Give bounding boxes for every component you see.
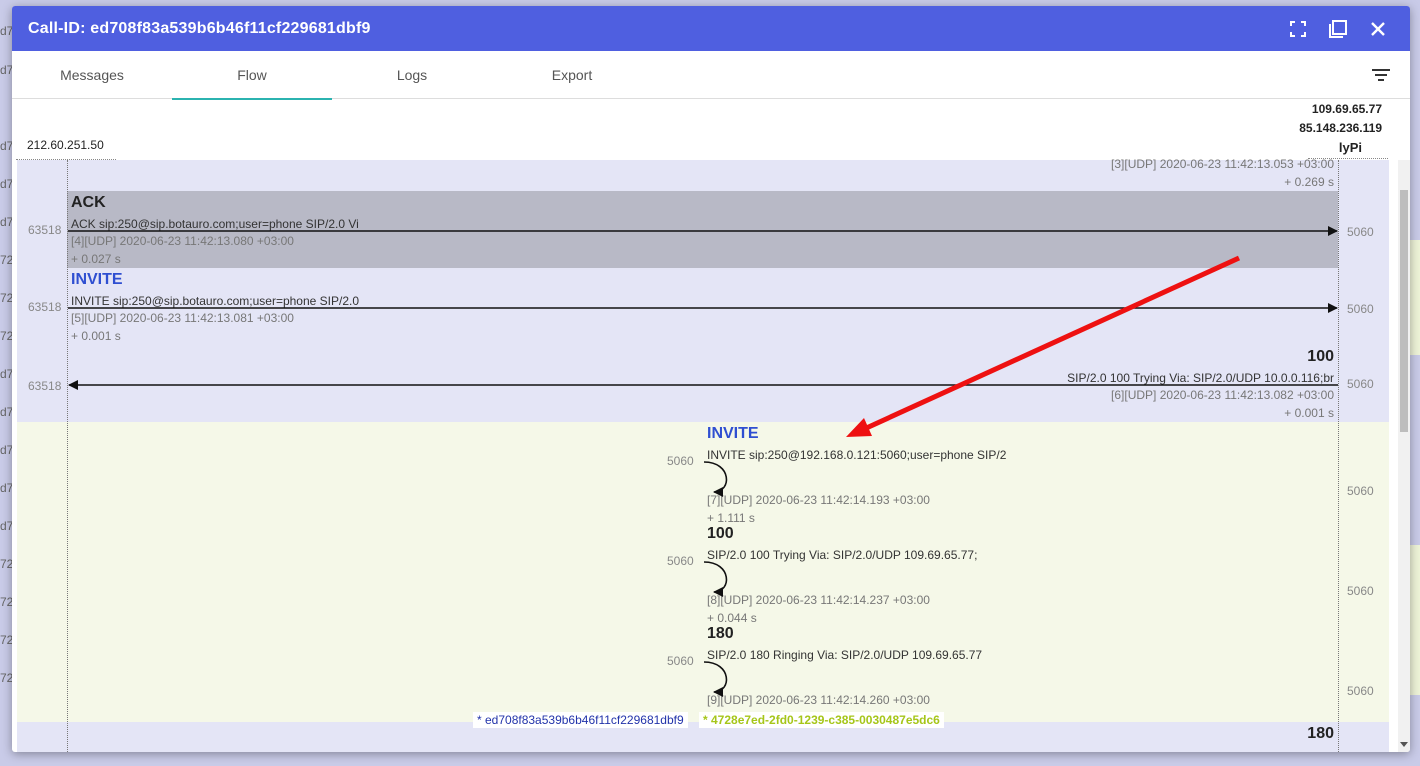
dialog-titlebar: Call-ID: ed708f83a539b6b46f11cf229681dbf… [12,6,1410,51]
close-icon[interactable] [1368,19,1388,39]
tab-flow[interactable]: Flow [172,51,332,100]
flow-diagram: 212.60.251.50 109.69.65.77 85.148.236.11… [12,100,1410,752]
tab-logs[interactable]: Logs [332,51,492,99]
annotation-arrow-head [846,418,872,437]
flow-scrollbar[interactable] [1398,160,1410,752]
dialog-title: Call-ID: ed708f83a539b6b46f11cf229681dbf… [28,19,371,37]
tab-export[interactable]: Export [492,51,652,99]
tab-bar: Messages Flow Logs Export [12,51,1410,100]
tab-messages[interactable]: Messages [12,51,172,99]
filter-icon[interactable] [1370,64,1392,86]
call-detail-dialog: Call-ID: ed708f83a539b6b46f11cf229681dbf… [12,6,1410,752]
flow-arrows [68,226,1338,697]
annotation-arrow-line [860,255,1241,433]
scroll-down-icon [1400,742,1408,747]
titlebar-actions [1288,6,1388,51]
msg9-loop [703,661,728,697]
flow-scrollbar-thumb[interactable] [1400,190,1408,432]
msg7-loop [703,461,728,497]
fullscreen-icon[interactable] [1288,19,1308,39]
restore-icon[interactable] [1328,19,1348,39]
msg8-loop [703,561,728,597]
